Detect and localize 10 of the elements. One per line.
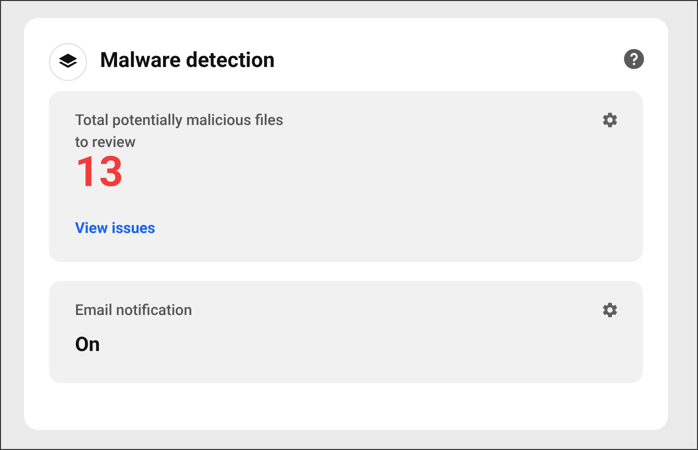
layers-icon [49, 43, 87, 81]
panel-label: Email notification [75, 300, 192, 320]
view-issues-link[interactable]: View issues [75, 217, 156, 240]
count-value: 13 [75, 151, 124, 195]
status-value: On [75, 330, 100, 358]
settings-icon[interactable] [601, 300, 619, 318]
help-icon[interactable] [624, 49, 644, 69]
card-title: Malware detection [100, 48, 275, 76]
panel-label: Total potentially malicious files to review [75, 110, 284, 153]
settings-icon[interactable] [601, 111, 619, 129]
